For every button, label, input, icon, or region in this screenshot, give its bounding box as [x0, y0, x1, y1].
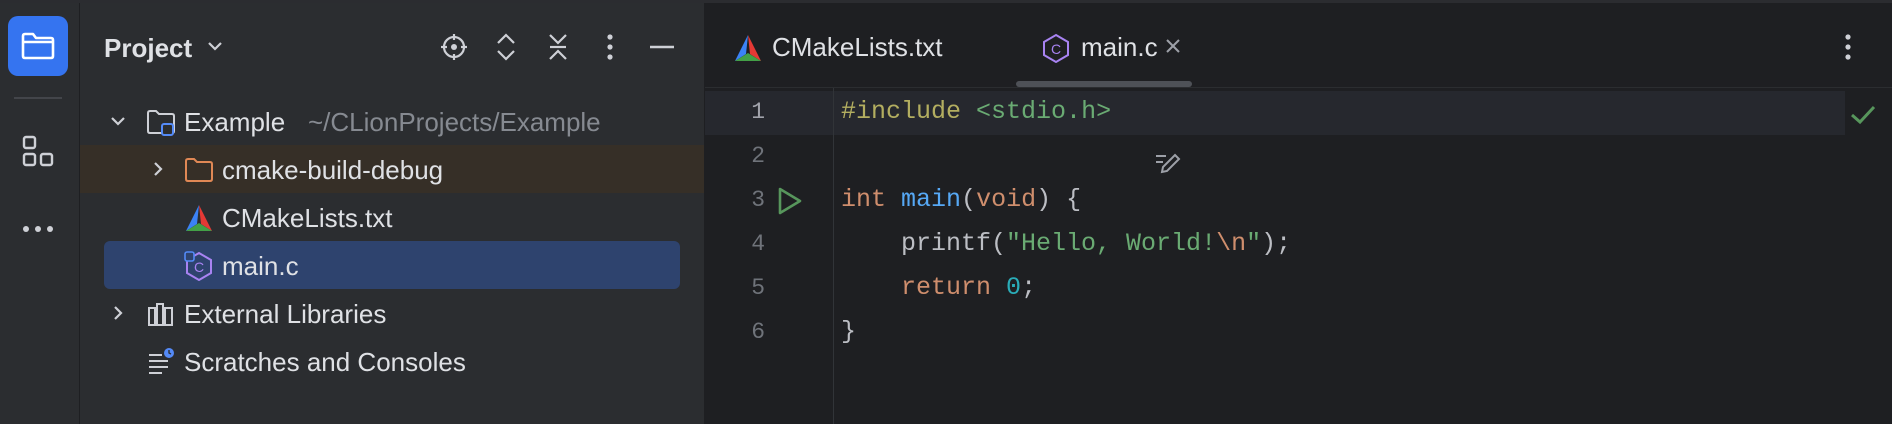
code-line[interactable]: return 0; [841, 273, 1036, 302]
tree-node-cmakelists[interactable]: CMakeLists.txt [80, 193, 704, 241]
chevron-down-icon[interactable] [108, 111, 128, 131]
tool-window-stripe [0, 3, 80, 424]
line-number: 1 [751, 99, 765, 125]
editor-area: CMakeLists.txt C main.c 1 2 3 4 5 6 #inc… [705, 3, 1892, 424]
line-number: 4 [751, 231, 765, 257]
expand-all-button[interactable] [486, 27, 526, 67]
tree-label: Scratches and Consoles [184, 347, 466, 377]
structure-tool-button[interactable] [8, 121, 68, 181]
folder-icon [185, 158, 213, 182]
svg-text:C: C [194, 259, 204, 275]
project-folder-icon [147, 110, 175, 136]
project-panel-header: Project [80, 3, 704, 89]
active-tab-indicator [1016, 81, 1192, 87]
structure-icon [22, 135, 54, 167]
edit-icon[interactable] [1153, 151, 1181, 177]
hide-icon [650, 45, 674, 49]
tree-node-scratches[interactable]: Scratches and Consoles [80, 337, 704, 385]
code-line[interactable] [841, 141, 856, 170]
tree-label: External Libraries [184, 299, 387, 329]
chevron-down-icon[interactable] [206, 37, 224, 55]
options-icon [607, 34, 613, 60]
expand-all-icon [497, 33, 515, 61]
tab-label: main.c [1081, 32, 1158, 62]
tree-path: ~/CLionProjects/Example [308, 107, 601, 137]
c-file-icon: C [184, 251, 212, 281]
more-icon [23, 226, 53, 232]
code-line[interactable]: int main(void) { [841, 185, 1081, 214]
chevron-right-icon[interactable] [108, 303, 128, 323]
chevron-right-icon[interactable] [148, 159, 168, 179]
more-tools-button[interactable] [8, 199, 68, 259]
line-number: 5 [751, 275, 765, 301]
tree-node-cmake-build-debug[interactable]: cmake-build-debug [80, 145, 704, 193]
gutter-separator [833, 88, 834, 424]
tree-node-external-libraries[interactable]: External Libraries [80, 289, 704, 337]
code-line[interactable]: #include <stdio.h> [841, 97, 1111, 126]
c-file-icon: C [1043, 33, 1069, 63]
tab-label: CMakeLists.txt [772, 32, 943, 62]
scratches-icon [149, 348, 174, 374]
code-line[interactable]: printf("Hello, World!\n"); [841, 229, 1291, 258]
cmake-icon [186, 205, 212, 231]
tree-label: Example [184, 107, 286, 137]
tree-node-main-c[interactable]: C main.c [104, 241, 680, 289]
inspection-ok-icon[interactable] [1849, 103, 1877, 127]
tree-label: CMakeLists.txt [222, 203, 393, 233]
project-panel: Project Example ~/CLionProjects/Example … [80, 3, 705, 424]
folder-icon [21, 32, 55, 60]
tab-main-c[interactable]: C main.c [1016, 3, 1192, 87]
line-number: 6 [751, 319, 765, 345]
collapse-all-icon [549, 34, 567, 60]
tree-label: cmake-build-debug [222, 155, 444, 185]
cmake-icon [735, 35, 761, 61]
tab-options-button[interactable] [1828, 27, 1868, 67]
panel-title[interactable]: Project [104, 33, 192, 64]
code-line[interactable]: } [841, 317, 856, 346]
collapse-all-button[interactable] [538, 27, 578, 67]
svg-text:C: C [1051, 41, 1061, 57]
project-tool-button[interactable] [8, 16, 68, 76]
editor-tab-bar: CMakeLists.txt C main.c [705, 3, 1892, 88]
stripe-separator [14, 97, 62, 99]
locate-icon [441, 34, 467, 60]
run-icon[interactable] [775, 186, 803, 216]
close-icon[interactable] [1164, 37, 1182, 55]
tab-cmakelists[interactable]: CMakeLists.txt [705, 3, 995, 87]
library-icon [148, 303, 173, 326]
tree-node-project-root[interactable]: Example ~/CLionProjects/Example [80, 97, 704, 145]
options-icon [1845, 34, 1851, 60]
locate-button[interactable] [434, 27, 474, 67]
tree-label: main.c [222, 251, 299, 281]
hide-panel-button[interactable] [642, 27, 682, 67]
options-button[interactable] [590, 27, 630, 67]
line-number: 3 [751, 187, 765, 213]
line-number: 2 [751, 143, 765, 169]
